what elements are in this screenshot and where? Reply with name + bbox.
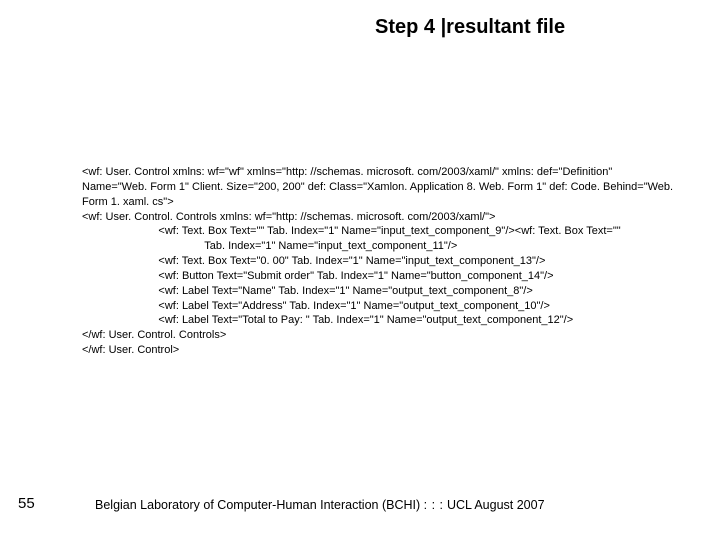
xaml-code-listing: <wf: User. Control xmlns: wf="wf" xmlns=… (82, 165, 680, 358)
page-number: 55 (18, 495, 35, 512)
slide-title: Step 4 |resultant file (375, 16, 565, 39)
footer-text: Belgian Laboratory of Computer-Human Int… (95, 498, 545, 512)
footer-tail: UCL August 2007 (447, 498, 545, 512)
footer-lab: Belgian Laboratory of Computer-Human Int… (95, 498, 420, 512)
footer-separator: : : : (424, 498, 444, 512)
